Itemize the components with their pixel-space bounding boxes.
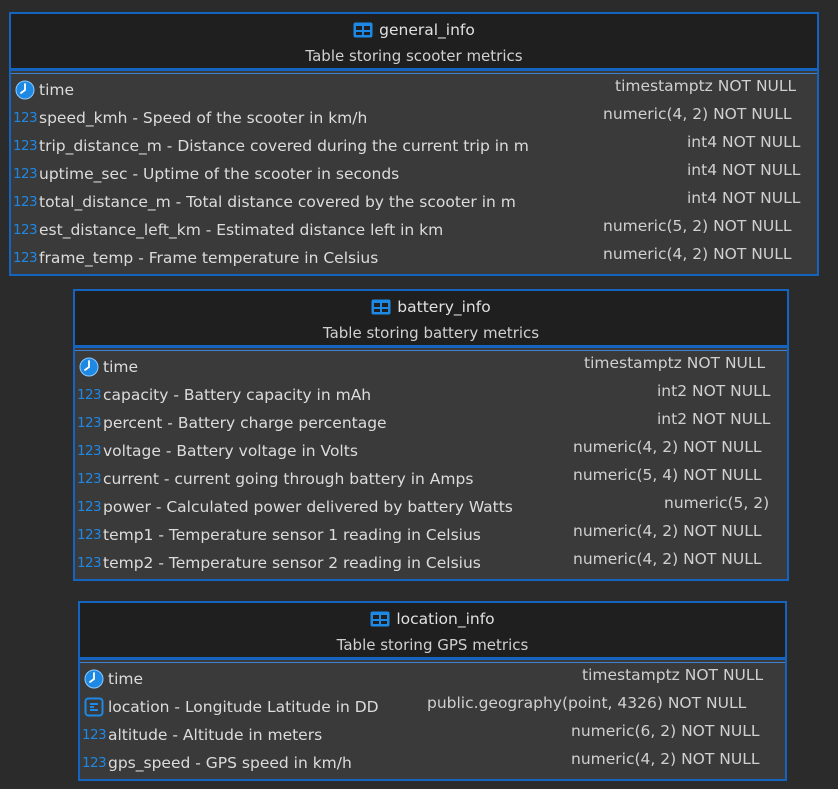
column-row-time[interactable]: time timestamptz NOT NULL <box>80 665 785 693</box>
column-row-temp2[interactable]: 123 temp2 - Temperature sensor 2 reading… <box>75 549 787 577</box>
table-general-info[interactable]: general_info Table storing scooter metri… <box>9 12 819 276</box>
column-row-temp1[interactable]: 123 temp1 - Temperature sensor 1 reading… <box>75 521 787 549</box>
column-name: gps_speed - GPS speed in km/h <box>108 754 352 772</box>
numeric-icon: 123 <box>13 166 38 182</box>
column-type: numeric(4, 2) NOT NULL <box>603 245 792 263</box>
table-icon <box>353 22 373 38</box>
column-type: numeric(4, 2) NOT NULL <box>571 750 760 768</box>
column-name: altitude - Altitude in meters <box>108 726 323 744</box>
column-name: est_distance_left_km - Estimated distanc… <box>39 221 444 239</box>
column-row-gps-speed[interactable]: 123 gps_speed - GPS speed in km/h numeri… <box>80 749 785 777</box>
column-type: numeric(4, 2) NOT NULL <box>603 105 792 123</box>
table-description: Table storing battery metrics <box>322 324 540 342</box>
numeric-icon: 123 <box>13 110 38 126</box>
numeric-icon: 123 <box>77 527 102 543</box>
column-row-time[interactable]: time timestamptz NOT NULL <box>11 76 817 104</box>
column-list: time timestamptz NOT NULL location - Lon… <box>80 662 785 777</box>
numeric-icon: 123 <box>13 138 38 154</box>
column-row-frame-temp[interactable]: 123 frame_temp - Frame temperature in Ce… <box>11 244 817 272</box>
column-row-current[interactable]: 123 current - current going through batt… <box>75 465 787 493</box>
column-type: public.geography(point, 4326) NOT NULL <box>427 694 747 712</box>
table-name: battery_info <box>397 298 491 316</box>
numeric-icon: 123 <box>77 443 102 459</box>
column-type: numeric(4, 2) NOT NULL <box>573 550 762 568</box>
column-type: numeric(6, 2) NOT NULL <box>571 722 760 740</box>
column-row-est-distance-left-km[interactable]: 123 est_distance_left_km - Estimated dis… <box>11 216 817 244</box>
column-type: timestamptz NOT NULL <box>582 666 764 684</box>
column-type: numeric(5, 2) NOT NULL <box>603 217 792 235</box>
geography-icon <box>80 697 108 717</box>
clock-icon <box>80 669 108 689</box>
table-location-info[interactable]: location_info Table storing GPS metrics … <box>78 601 787 781</box>
column-name: voltage - Battery voltage in Volts <box>103 442 358 460</box>
table-header: location_info Table storing GPS metrics <box>80 603 785 660</box>
column-name: trip_distance_m - Distance covered durin… <box>39 137 529 155</box>
column-name: time <box>103 358 139 376</box>
numeric-icon: 123 <box>82 727 107 743</box>
column-name: frame_temp - Frame temperature in Celsiu… <box>39 249 379 267</box>
numeric-icon: 123 <box>77 471 102 487</box>
numeric-icon: 123 <box>77 387 102 403</box>
table-icon <box>371 299 391 315</box>
numeric-icon: 123 <box>13 250 38 266</box>
column-name: percent - Battery charge percentage <box>103 414 387 432</box>
column-row-time[interactable]: time timestamptz NOT NULL <box>75 353 787 381</box>
column-type: timestamptz NOT NULL <box>584 354 766 372</box>
column-row-power[interactable]: 123 power - Calculated power delivered b… <box>75 493 787 521</box>
column-row-uptime-sec[interactable]: 123 uptime_sec - Uptime of the scooter i… <box>11 160 817 188</box>
column-type: numeric(5, 2) <box>664 494 770 512</box>
column-list: time timestamptz NOT NULL 123 capacity -… <box>75 350 787 577</box>
column-row-voltage[interactable]: 123 voltage - Battery voltage in Volts n… <box>75 437 787 465</box>
column-row-trip-distance-m[interactable]: 123 trip_distance_m - Distance covered d… <box>11 132 817 160</box>
column-row-capacity[interactable]: 123 capacity - Battery capacity in mAh i… <box>75 381 787 409</box>
table-header: general_info Table storing scooter metri… <box>11 14 817 71</box>
numeric-icon: 123 <box>13 222 38 238</box>
column-list: time timestamptz NOT NULL 123 speed_kmh … <box>11 73 817 272</box>
column-name: current - current going through battery … <box>103 470 474 488</box>
column-type: int2 NOT NULL <box>657 410 771 428</box>
column-row-location[interactable]: location - Longitude Latitude in DD publ… <box>80 693 785 721</box>
column-type: int2 NOT NULL <box>657 382 771 400</box>
table-name: location_info <box>396 610 495 628</box>
table-battery-info[interactable]: battery_info Table storing battery metri… <box>73 289 789 581</box>
numeric-icon: 123 <box>82 755 107 771</box>
column-type: timestamptz NOT NULL <box>615 77 797 95</box>
column-name: location - Longitude Latitude in DD <box>108 698 379 716</box>
column-name: time <box>39 81 75 99</box>
column-name: temp1 - Temperature sensor 1 reading in … <box>103 526 481 544</box>
numeric-icon: 123 <box>77 555 102 571</box>
column-type: int4 NOT NULL <box>687 161 801 179</box>
column-row-total-distance-m[interactable]: 123 total_distance_m - Total distance co… <box>11 188 817 216</box>
column-type: numeric(4, 2) NOT NULL <box>573 438 762 456</box>
numeric-icon: 123 <box>77 415 102 431</box>
table-description: Table storing GPS metrics <box>336 636 529 654</box>
column-name: total_distance_m - Total distance covere… <box>39 193 516 211</box>
numeric-icon: 123 <box>13 194 38 210</box>
column-name: capacity - Battery capacity in mAh <box>103 386 372 404</box>
column-row-altitude[interactable]: 123 altitude - Altitude in meters numeri… <box>80 721 785 749</box>
table-name: general_info <box>379 21 475 39</box>
column-name: power - Calculated power delivered by ba… <box>103 498 513 516</box>
clock-icon <box>11 80 39 100</box>
table-header: battery_info Table storing battery metri… <box>75 291 787 348</box>
column-row-speed-kmh[interactable]: 123 speed_kmh - Speed of the scooter in … <box>11 104 817 132</box>
column-name: temp2 - Temperature sensor 2 reading in … <box>103 554 481 572</box>
clock-icon <box>75 357 103 377</box>
numeric-icon: 123 <box>77 499 102 515</box>
column-name: time <box>108 670 144 688</box>
table-description: Table storing scooter metrics <box>305 47 523 65</box>
column-name: speed_kmh - Speed of the scooter in km/h <box>39 109 368 127</box>
column-type: int4 NOT NULL <box>687 189 801 207</box>
column-name: uptime_sec - Uptime of the scooter in se… <box>39 165 400 183</box>
table-icon <box>370 611 390 627</box>
column-row-percent[interactable]: 123 percent - Battery charge percentage … <box>75 409 787 437</box>
column-type: numeric(4, 2) NOT NULL <box>573 522 762 540</box>
column-type: numeric(5, 4) NOT NULL <box>573 466 762 484</box>
column-type: int4 NOT NULL <box>687 133 801 151</box>
